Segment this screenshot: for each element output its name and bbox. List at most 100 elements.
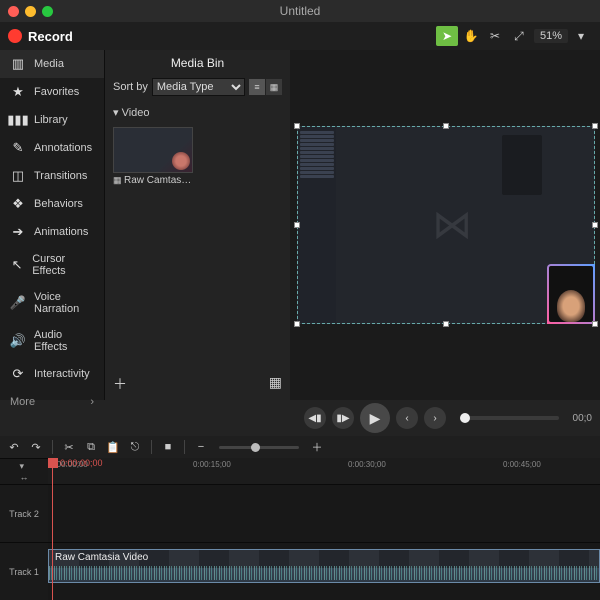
playhead-line[interactable] [52, 468, 53, 600]
zoom-level[interactable]: 51% [534, 29, 568, 43]
sidebar-item-media[interactable]: ▥ Media [0, 50, 104, 78]
time-ruler[interactable]: 0:00:00;00 0:00:15;00 0:00:30;00 0:00:45… [48, 458, 600, 484]
timeline: ▾↔ Track 2 Track 1 0:00:00;00 0:00:15;00… [0, 458, 600, 600]
tool-sidebar: ▥ Media ★ Favorites ▮▮▮ Library ✎ Annota… [0, 50, 105, 400]
sidebar-item-annotations[interactable]: ✎ Annotations [0, 134, 104, 162]
paste-button[interactable]: 📋 [105, 441, 121, 454]
media-bin-sort-row: Sort by Media Type ≡ ▦ [105, 76, 290, 102]
resize-handle[interactable] [294, 222, 300, 228]
scrub-slider[interactable] [460, 416, 559, 420]
zoom-out-button[interactable]: − [193, 441, 209, 453]
canvas-tool-group: ➤ ✋ ✂ ⤢ 51% ▾ [436, 26, 592, 46]
resize-handle[interactable] [592, 222, 598, 228]
track-header[interactable]: Track 1 [0, 542, 48, 600]
sidebar-item-library[interactable]: ▮▮▮ Library [0, 106, 104, 134]
transitions-icon: ◫ [10, 169, 26, 183]
sidebar-item-label: Favorites [34, 86, 79, 98]
marker-button[interactable]: ■ [160, 441, 176, 453]
media-bin-panel: Media Bin Sort by Media Type ≡ ▦ ▾ Video… [105, 50, 290, 400]
resize-handle[interactable] [294, 123, 300, 129]
media-thumbnail [113, 127, 193, 173]
next-frame-button[interactable]: ▮▶ [332, 407, 354, 429]
workspace: ▥ Media ★ Favorites ▮▮▮ Library ✎ Annota… [0, 50, 600, 400]
sidebar-item-interactivity[interactable]: ⟳ Interactivity [0, 360, 104, 388]
sidebar-more[interactable]: More › [0, 388, 104, 416]
view-list-button[interactable]: ≡ [249, 79, 265, 95]
resize-handle[interactable] [592, 123, 598, 129]
canvas-clip-frame[interactable]: ⋈ [297, 126, 595, 324]
timeline-zoom-slider[interactable] [219, 446, 299, 449]
sidebar-item-label: Annotations [34, 142, 92, 154]
tracks-area[interactable]: Raw Camtasia Video [48, 484, 600, 600]
cursor-icon: ↖ [10, 258, 24, 272]
annotations-icon: ✎ [10, 141, 26, 155]
timeline-body[interactable]: 0:00:00;00 0:00:15;00 0:00:30;00 0:00:45… [48, 458, 600, 600]
timeline-region: ▾↔ Track 2 Track 1 0:00:00;00 0:00:15;00… [0, 458, 600, 600]
media-item[interactable]: Raw Camtasia V… [113, 127, 193, 186]
scrub-handle[interactable] [460, 413, 470, 423]
media-icon: ▥ [10, 57, 26, 71]
crop-tool-button[interactable]: ✂ [484, 26, 506, 46]
window-title: Untitled [280, 4, 321, 18]
canvas-preview: ⋈ [298, 127, 594, 323]
zoom-dropdown[interactable]: ▾ [570, 26, 592, 46]
sort-select[interactable]: Media Type [152, 78, 245, 96]
grid-view-button[interactable]: ▦ [269, 374, 282, 394]
vscode-logo-icon: ⋈ [432, 202, 472, 248]
timeline-toolbar: ↶ ↷ ✂ ⧉ 📋 ⎋ ■ − ＋ [0, 436, 600, 458]
undo-button[interactable]: ↶ [6, 441, 22, 454]
prev-frame-button[interactable]: ◀▮ [304, 407, 326, 429]
webcam-overlay [547, 264, 595, 324]
clip-label: Raw Camtasia Video [55, 552, 148, 563]
media-category[interactable]: ▾ Video [105, 102, 290, 123]
maximize-icon[interactable] [42, 6, 53, 17]
track-row[interactable] [48, 484, 600, 542]
behaviors-icon: ❖ [10, 197, 26, 211]
step-forward-button[interactable]: › [424, 407, 446, 429]
view-grid-button[interactable]: ▦ [266, 79, 282, 95]
close-icon[interactable] [8, 6, 19, 17]
minimize-icon[interactable] [25, 6, 36, 17]
hand-tool-button[interactable]: ✋ [460, 26, 482, 46]
sidebar-item-transitions[interactable]: ◫ Transitions [0, 162, 104, 190]
track-header[interactable]: Track 2 [0, 484, 48, 542]
add-media-button[interactable]: ＋ [113, 374, 127, 394]
resize-handle[interactable] [592, 321, 598, 327]
timeline-clip[interactable]: Raw Camtasia Video [48, 549, 600, 583]
cut-button[interactable]: ✂ [61, 441, 77, 454]
window-controls [8, 6, 53, 17]
record-button[interactable]: Record [8, 29, 73, 44]
redo-button[interactable]: ↷ [28, 441, 44, 454]
sidebar-item-animations[interactable]: ➔ Animations [0, 218, 104, 246]
zoom-in-button[interactable]: ＋ [309, 439, 325, 455]
resize-handle[interactable] [294, 321, 300, 327]
fit-tool-button[interactable]: ⤢ [508, 26, 530, 46]
playback-time: 00;0 [573, 413, 592, 424]
media-item-label: Raw Camtasia V… [113, 173, 193, 186]
sidebar-item-favorites[interactable]: ★ Favorites [0, 78, 104, 106]
media-bin-footer: ＋ ▦ [105, 368, 290, 400]
playhead-flag[interactable] [48, 458, 58, 468]
sidebar-item-label: Behaviors [34, 198, 83, 210]
play-button[interactable]: ▶ [360, 403, 390, 433]
sidebar-item-voice-narration[interactable]: 🎤 Voice Narration [0, 284, 104, 322]
step-back-button[interactable]: ‹ [396, 407, 418, 429]
sidebar-item-cursor-effects[interactable]: ↖ Cursor Effects [0, 246, 104, 284]
track-row[interactable]: Raw Camtasia Video [48, 542, 600, 600]
chevron-right-icon: › [90, 396, 94, 408]
canvas-area[interactable]: ⋈ [290, 50, 600, 400]
resize-handle[interactable] [443, 123, 449, 129]
cursor-tool-button[interactable]: ➤ [436, 26, 458, 46]
zoom-handle[interactable] [251, 443, 260, 452]
sidebar-item-label: Library [34, 114, 68, 126]
ruler-tick: 0:00:45;00 [503, 460, 541, 469]
sidebar-item-label: Voice Narration [34, 291, 94, 315]
record-label: Record [28, 29, 73, 44]
media-bin-title: Media Bin [105, 50, 290, 76]
resize-handle[interactable] [443, 321, 449, 327]
sidebar-item-audio-effects[interactable]: 🔊 Audio Effects [0, 322, 104, 360]
media-items: Raw Camtasia V… [105, 123, 290, 190]
sidebar-item-behaviors[interactable]: ❖ Behaviors [0, 190, 104, 218]
copy-button[interactable]: ⧉ [83, 441, 99, 454]
split-button[interactable]: ⎋ [127, 441, 143, 454]
